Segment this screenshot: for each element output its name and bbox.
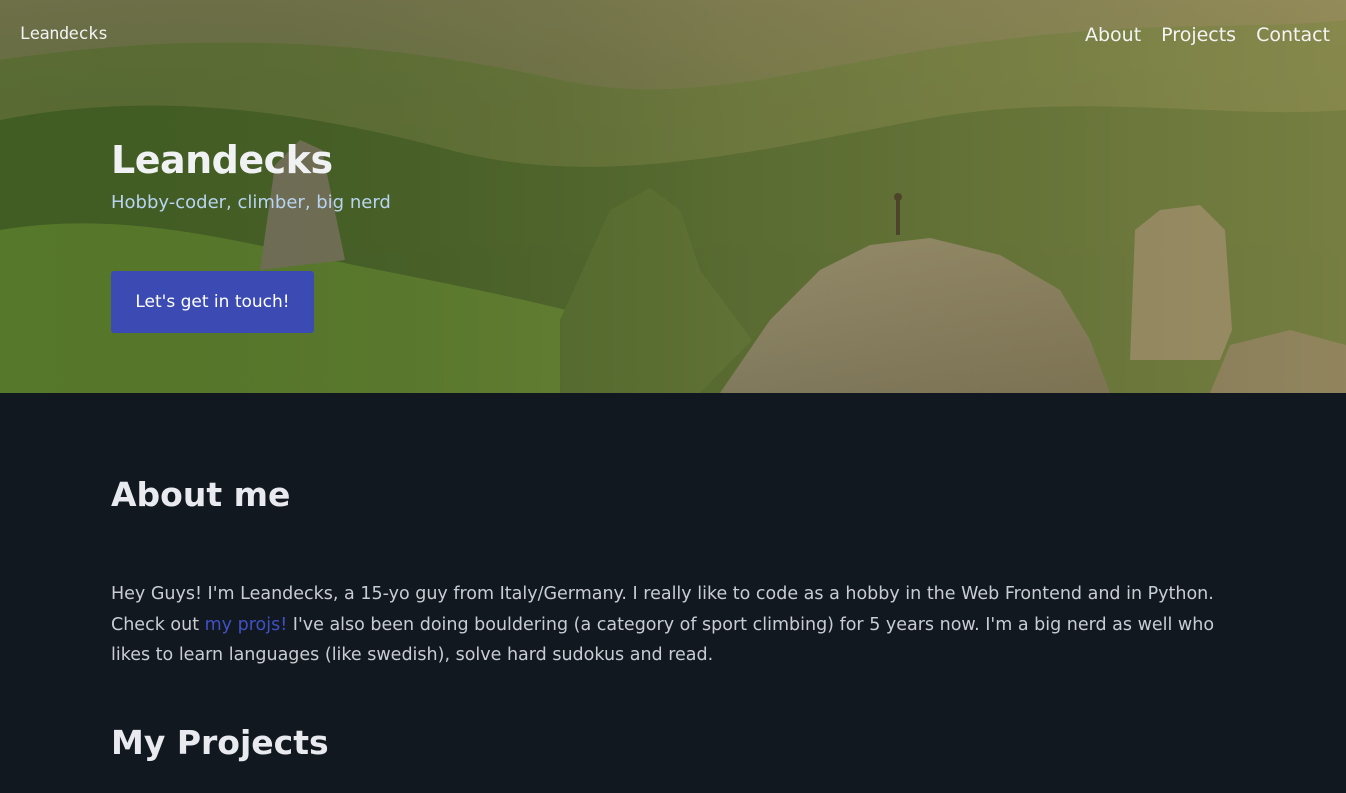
hero-subtitle: Hobby-coder, climber, big nerd: [111, 192, 391, 213]
nav-link-about[interactable]: About: [1085, 24, 1141, 46]
top-navigation: Leandecks About Projects Contact: [0, 24, 1346, 52]
nav-links: About Projects Contact: [1085, 24, 1330, 46]
site-logo[interactable]: Leandecks: [20, 24, 108, 44]
nav-link-projects[interactable]: Projects: [1161, 24, 1236, 46]
about-paragraph: Hey Guys! I'm Leandecks, a 15-yo guy fro…: [111, 579, 1251, 671]
nav-link-contact[interactable]: Contact: [1256, 24, 1330, 46]
hero-title: Leandecks: [111, 138, 333, 182]
get-in-touch-button[interactable]: Let's get in touch!: [111, 271, 314, 333]
hero-content: Leandecks Hobby-coder, climber, big nerd: [111, 138, 391, 213]
about-section-title: About me: [111, 475, 291, 514]
my-projects-link[interactable]: my projs!: [205, 615, 288, 635]
hero-banner: Leandecks About Projects Contact Leandec…: [0, 0, 1346, 393]
projects-section-title: My Projects: [111, 723, 329, 762]
